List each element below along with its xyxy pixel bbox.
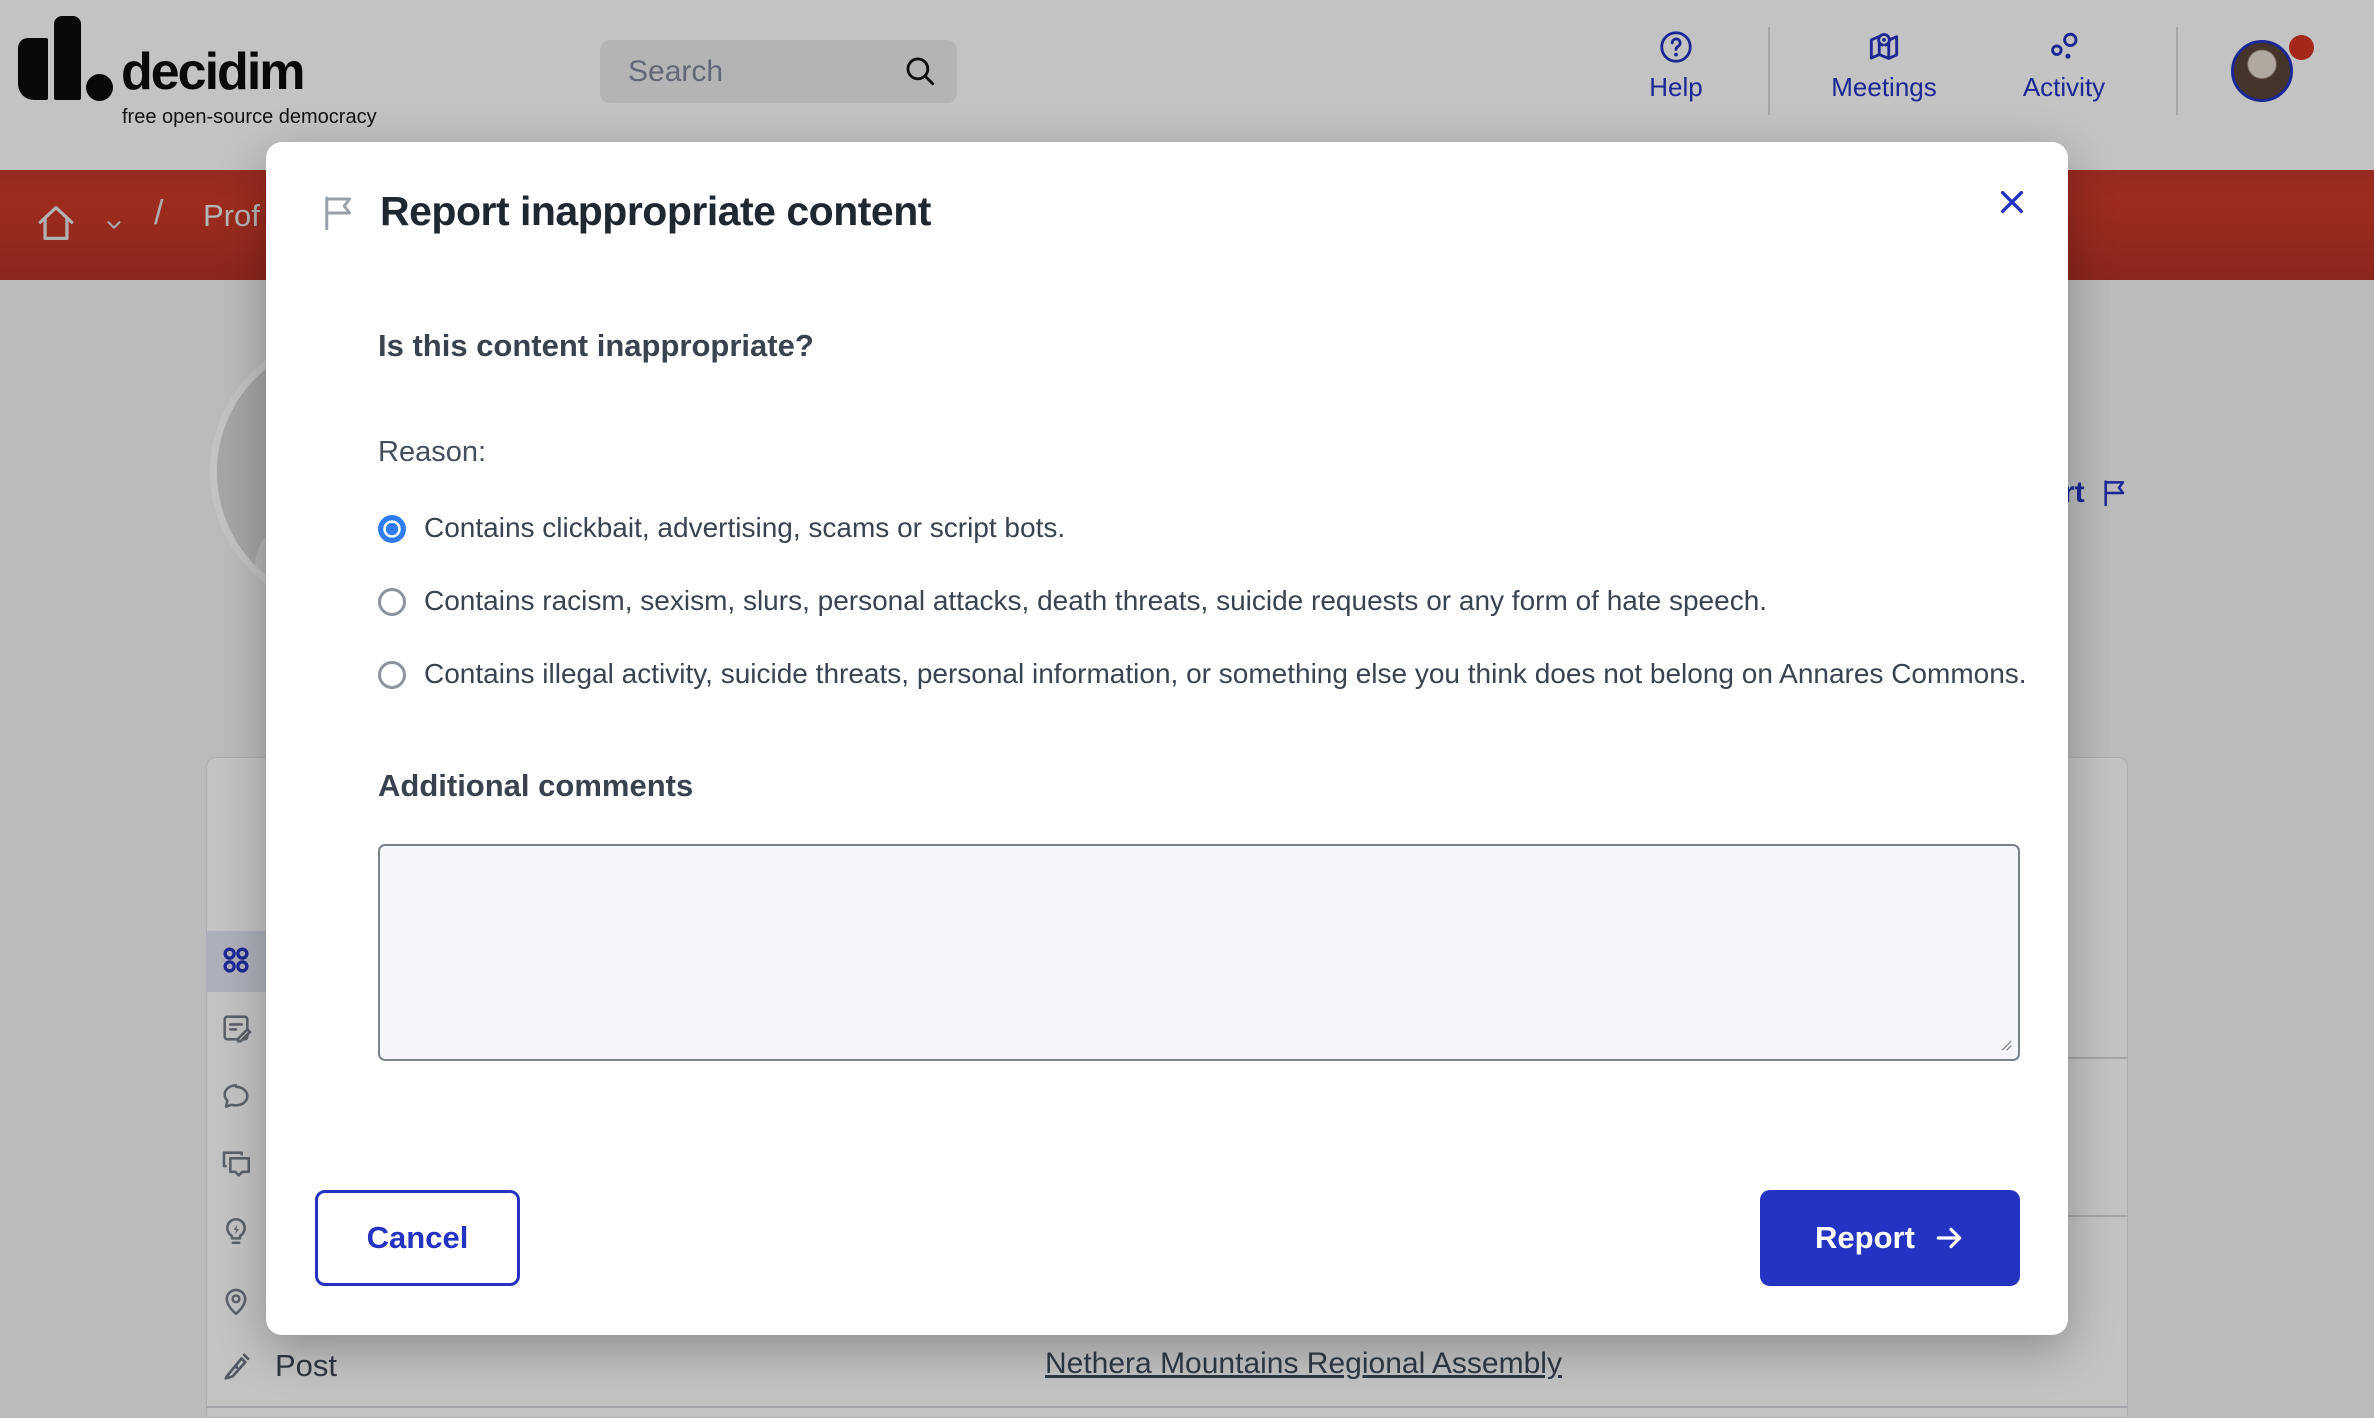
reason-option-label: Contains clickbait, advertising, scams o… <box>424 512 1065 543</box>
modal-title: Report inappropriate content <box>380 188 931 235</box>
additional-comments-input[interactable] <box>378 844 2020 1061</box>
modal-question: Is this content inappropriate? <box>378 328 2038 364</box>
additional-comments-label: Additional comments <box>378 768 2038 804</box>
flag-icon <box>318 192 360 234</box>
cancel-button[interactable]: Cancel <box>315 1190 520 1286</box>
reason-option-label: Contains racism, sexism, slurs, personal… <box>424 585 1767 616</box>
reason-label: Reason: <box>378 436 2038 469</box>
report-button-label: Report <box>1815 1220 1915 1256</box>
reason-option-clickbait[interactable]: Contains clickbait, advertising, scams o… <box>378 509 2038 546</box>
reason-option-hate-speech[interactable]: Contains racism, sexism, slurs, personal… <box>378 582 2038 619</box>
radio-button[interactable] <box>378 588 406 616</box>
arrow-right-icon <box>1933 1222 1965 1254</box>
reason-options: Contains clickbait, advertising, scams o… <box>378 509 2038 692</box>
reason-option-label: Contains illegal activity, suicide threa… <box>424 658 2027 689</box>
comments-field-wrap <box>378 844 2020 1061</box>
report-modal: Report inappropriate content Is this con… <box>266 142 2068 1335</box>
radio-button[interactable] <box>378 661 406 689</box>
radio-button[interactable] <box>378 515 406 543</box>
reason-option-illegal[interactable]: Contains illegal activity, suicide threa… <box>378 655 2038 692</box>
report-button[interactable]: Report <box>1760 1190 2020 1286</box>
close-icon[interactable] <box>1996 180 2040 224</box>
